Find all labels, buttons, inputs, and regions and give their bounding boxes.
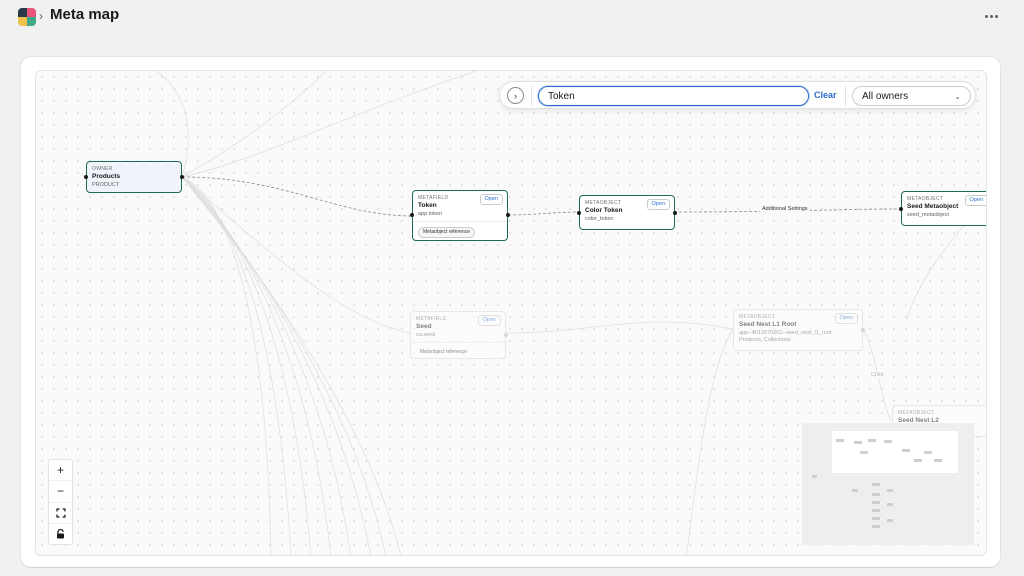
node-open-button[interactable]: Open — [646, 199, 670, 211]
node-key: app--4012670201--seed_nest_l1_root — [739, 329, 832, 336]
node-metafield-token[interactable]: METAFIELD Token app.token Metaobject ref… — [410, 190, 510, 241]
background-edge — [181, 176, 412, 334]
node-key: app.token — [418, 210, 443, 217]
zoom-in-button[interactable]: + — [49, 460, 72, 482]
node-port — [861, 328, 865, 332]
minimap-node — [872, 517, 880, 520]
search-input[interactable] — [538, 86, 809, 106]
minimap-viewport — [832, 431, 958, 473]
divider — [845, 86, 846, 106]
background-edge — [181, 176, 272, 555]
minimap-node — [914, 459, 922, 462]
meta-map-card: OWNER Products PRODUCT METAFIELD Token a… — [21, 57, 1000, 567]
node-open-button[interactable]: Open — [834, 313, 858, 325]
minimap-node — [868, 439, 876, 442]
node-tag: Metaobject reference — [418, 226, 475, 238]
background-edge — [505, 321, 734, 334]
edge-token-to-color-token — [507, 211, 580, 216]
minimap-node — [836, 439, 844, 442]
node-metafield-seed[interactable]: METAFIELD Seed cu.seed Metaobject refere… — [410, 311, 508, 359]
minimap-node — [934, 459, 942, 462]
node-open-button[interactable]: Open — [477, 315, 501, 327]
minimap-node — [872, 525, 880, 528]
node-port — [673, 211, 677, 215]
node-port — [506, 213, 510, 217]
fit-view-icon — [55, 508, 66, 518]
minus-icon: − — [56, 484, 64, 499]
minimap-node — [887, 489, 893, 492]
minimap-node — [872, 493, 880, 496]
owner-filter-select[interactable]: All owners ⌄ — [852, 86, 971, 106]
ellipsis-icon — [984, 14, 988, 18]
node-type: OWNER — [92, 166, 113, 172]
minimap-node — [884, 440, 892, 443]
node-port — [504, 333, 508, 337]
background-edge — [181, 176, 292, 555]
app-logo-icon — [18, 8, 36, 26]
background-edge — [181, 71, 327, 178]
owner-filter-value: All owners — [862, 90, 909, 102]
search-toolbar: › Clear All owners ⌄ — [499, 81, 976, 109]
node-metaobject-seed-nest-l1-root[interactable]: METAOBJECT Seed Nest L1 Root app--401267… — [733, 309, 865, 351]
background-edge — [181, 176, 371, 555]
node-key: seed_metaobject — [907, 211, 949, 218]
expand-panel-button[interactable]: › — [507, 87, 524, 104]
node-owner-products[interactable]: OWNER Products PRODUCT — [84, 161, 184, 193]
minimap-node — [852, 489, 858, 492]
node-port — [410, 213, 414, 217]
minimap-node — [902, 449, 910, 452]
minimap-node — [887, 503, 893, 506]
background-edge — [685, 328, 734, 555]
lock-toggle-button[interactable] — [49, 524, 72, 544]
clear-button[interactable]: Clear — [814, 90, 837, 100]
lock-icon — [57, 528, 64, 539]
background-edge — [181, 176, 386, 555]
canvas-controls: + − — [48, 459, 73, 545]
node-owners: Products, Collections — [739, 336, 791, 343]
minimap-node — [872, 501, 880, 504]
background-edge — [181, 176, 352, 555]
node-port — [180, 175, 184, 179]
minimap-node — [860, 451, 868, 454]
minimap-node — [887, 519, 893, 522]
top-bar: › Meta map — [0, 0, 1024, 38]
node-key: cu.seed — [416, 331, 436, 338]
zoom-out-button[interactable]: − — [49, 481, 72, 503]
node-name: Products — [92, 172, 121, 180]
edge-products-to-token — [181, 176, 414, 217]
node-tag: Metaobject reference — [420, 348, 467, 355]
node-key: color_token — [585, 215, 614, 222]
background-edge — [181, 71, 477, 178]
node-open-button[interactable]: Open — [479, 194, 503, 206]
minimap-node — [854, 441, 862, 444]
minimap-node — [812, 475, 817, 478]
node-type: METAOBJECT — [898, 410, 935, 416]
fit-view-button[interactable] — [49, 503, 72, 524]
edge-label-additional-settings: Additional Settings — [760, 206, 810, 212]
minimap-node — [872, 483, 880, 486]
minimap-node — [924, 451, 932, 454]
chevron-down-icon: ⌄ — [954, 91, 961, 101]
more-actions-button[interactable] — [980, 8, 1002, 24]
node-metaobject-color-token[interactable]: METAOBJECT Color Token color_token Open — [577, 195, 677, 230]
graph-canvas[interactable]: OWNER Products PRODUCT METAFIELD Token a… — [35, 70, 987, 556]
plus-icon: + — [56, 463, 64, 478]
minimap[interactable] — [802, 423, 974, 545]
breadcrumb-chevron-icon: › — [39, 9, 43, 23]
edge-label-child: Child — [869, 372, 886, 378]
node-metaobject-seed[interactable]: METAOBJECT Seed Metaobject seed_metaobje… — [899, 191, 986, 226]
node-port — [577, 211, 581, 215]
node-port — [899, 207, 903, 211]
node-port — [84, 175, 88, 179]
page-title: Meta map — [50, 6, 120, 23]
node-key: PRODUCT — [92, 181, 120, 188]
chevron-right-icon: › — [514, 90, 517, 101]
divider — [531, 86, 532, 106]
minimap-node — [872, 509, 880, 512]
node-open-button[interactable]: Open — [964, 195, 986, 207]
